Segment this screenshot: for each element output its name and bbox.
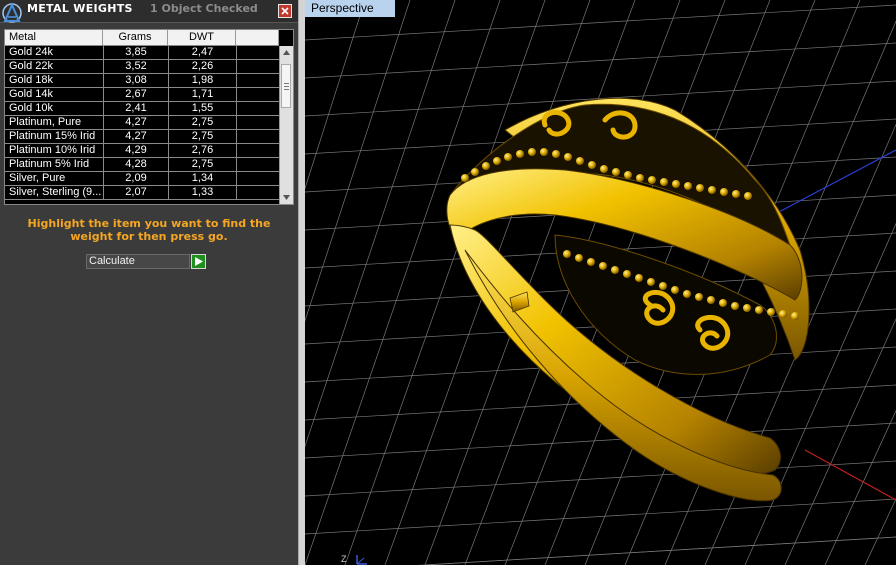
grams-cell: 2,67 <box>103 88 168 102</box>
go-button[interactable] <box>191 254 206 269</box>
dwt-cell: 2,47 <box>168 46 236 60</box>
dwt-cell: 2,75 <box>168 116 236 130</box>
dwt-cell: 2,75 <box>168 158 236 172</box>
grams-cell: 2,41 <box>103 102 168 116</box>
table-rows: Gold 24k 3,85 2,47 Gold 22k 3,52 2,26 Gold 1… <box>5 46 279 204</box>
dwt-cell: 2,75 <box>168 130 236 144</box>
scrollbar-thumb[interactable] <box>281 64 291 108</box>
dwt-cell: 2,76 <box>168 144 236 158</box>
instruction-text: Highlight the item you want to find the … <box>27 217 271 243</box>
grams-cell: 4,28 <box>103 158 168 172</box>
grams-cell: 2,09 <box>103 172 168 186</box>
dwt-cell: 1,33 <box>168 186 236 200</box>
blank-cell <box>236 102 279 116</box>
dwt-cell: 2,26 <box>168 60 236 74</box>
grams-cell: 3,08 <box>103 74 168 88</box>
dwt-cell: 1,55 <box>168 102 236 116</box>
table-row[interactable]: Gold 18k 3,08 1,98 <box>5 74 279 88</box>
blank-cell <box>236 130 279 144</box>
axis-triad-icon <box>356 555 367 565</box>
metal-cell: Gold 24k <box>9 46 54 58</box>
grams-cell: 2,07 <box>103 186 168 200</box>
metal-cell: Platinum 15% Irid <box>9 130 96 142</box>
metal-cell: Gold 18k <box>9 74 54 86</box>
column-header-dwt[interactable]: DWT <box>168 30 236 45</box>
grams-cell: 4,27 <box>103 116 168 130</box>
chevron-up-icon[interactable] <box>283 50 290 55</box>
column-header-metal[interactable]: Metal <box>5 30 103 45</box>
table-row[interactable]: Platinum 10% Irid 4,29 2,76 <box>5 144 279 158</box>
metal-weights-panel: METAL WEIGHTS 1 Object Checked Metal Gra… <box>0 0 298 565</box>
perspective-viewport[interactable]: Perspective Z <box>305 0 896 565</box>
grams-cell: 3,52 <box>103 60 168 74</box>
grams-cell: 4,27 <box>103 130 168 144</box>
dwt-cell: 1,34 <box>168 172 236 186</box>
axis-label: Z <box>341 554 347 564</box>
metal-cell: Platinum, Pure <box>9 116 82 128</box>
panel-splitter[interactable] <box>298 0 305 565</box>
table-scrollbar[interactable] <box>279 46 293 204</box>
metal-cell: Gold 10k <box>9 102 54 114</box>
blank-cell <box>236 158 279 172</box>
panel-titlebar: METAL WEIGHTS 1 Object Checked <box>0 0 298 23</box>
close-icon <box>281 7 289 15</box>
blank-cell <box>236 74 279 88</box>
metal-cell: Gold 14k <box>9 88 54 100</box>
blank-cell <box>236 116 279 130</box>
blank-cell <box>236 144 279 158</box>
blank-cell <box>236 186 279 200</box>
table-header: Metal Grams DWT <box>5 30 279 46</box>
metal-cell: Platinum 10% Irid <box>9 144 96 156</box>
metal-weights-table: Metal Grams DWT Gold 24k 3,85 2,47 Gold 22… <box>4 29 294 205</box>
column-header-blank <box>236 30 279 45</box>
metal-cell: Silver, Pure <box>9 172 66 184</box>
table-row[interactable]: Gold 22k 3,52 2,26 <box>5 60 279 74</box>
panel-title: METAL WEIGHTS <box>27 2 133 15</box>
close-button[interactable] <box>278 4 292 18</box>
objects-checked-status: 1 Object Checked <box>150 2 258 15</box>
gold-ring-model <box>446 97 810 502</box>
table-row[interactable]: Gold 14k 2,67 1,71 <box>5 88 279 102</box>
column-header-grams[interactable]: Grams <box>103 30 168 45</box>
table-row[interactable]: Silver, Sterling (9... 2,07 1,33 <box>5 186 279 200</box>
table-row[interactable]: Platinum, Pure 4,27 2,75 <box>5 116 279 130</box>
table-row[interactable]: Platinum 15% Irid 4,27 2,75 <box>5 130 279 144</box>
metal-cell: Gold 22k <box>9 60 54 72</box>
grams-cell: 3,85 <box>103 46 168 60</box>
viewport-label[interactable]: Perspective <box>305 0 395 17</box>
app-logo-icon <box>2 2 22 23</box>
blank-cell <box>236 46 279 60</box>
grams-cell: 4,29 <box>103 144 168 158</box>
metal-cell: Silver, Sterling (9... <box>9 186 102 198</box>
table-row[interactable]: Platinum 5% Irid 4,28 2,75 <box>5 158 279 172</box>
table-row[interactable]: Gold 10k 2,41 1,55 <box>5 102 279 116</box>
dwt-cell: 1,71 <box>168 88 236 102</box>
dwt-cell: 1,98 <box>168 74 236 88</box>
chevron-down-icon[interactable] <box>283 195 290 200</box>
blank-cell <box>236 88 279 102</box>
blank-cell <box>236 172 279 186</box>
metal-cell: Platinum 5% Irid <box>9 158 90 170</box>
table-row[interactable]: Gold 24k 3,85 2,47 <box>5 46 279 60</box>
play-arrow-icon <box>195 257 203 266</box>
table-row[interactable]: Silver, Pure 2,09 1,34 <box>5 172 279 186</box>
ring-3d-scene <box>305 0 896 565</box>
axis-line-red <box>804 449 896 501</box>
calculate-dropdown[interactable]: Calculate <box>86 254 190 269</box>
blank-cell <box>236 60 279 74</box>
